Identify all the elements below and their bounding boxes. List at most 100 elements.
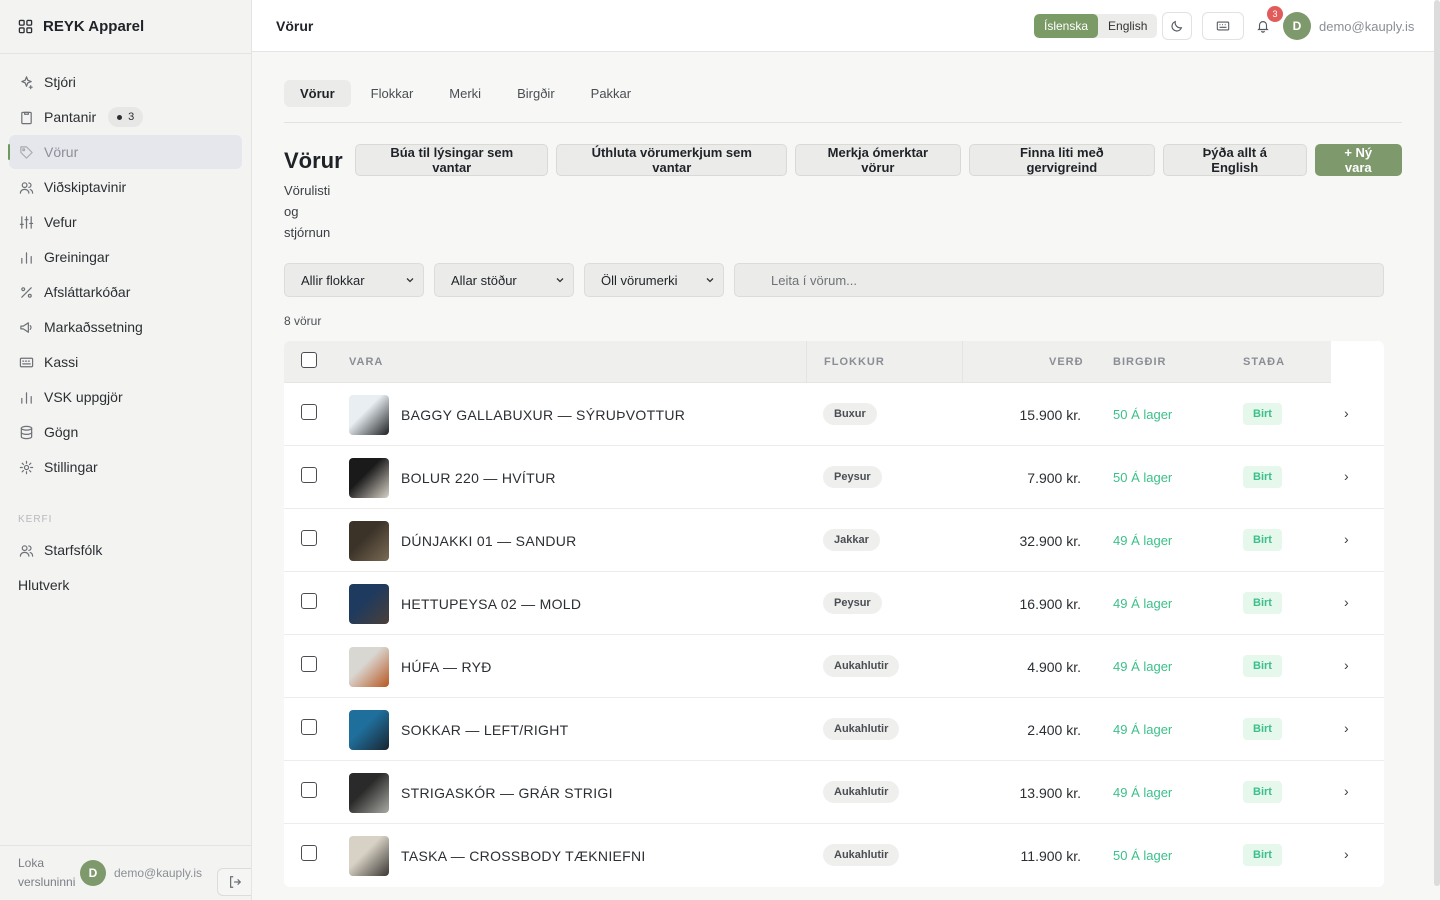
brand[interactable]: REYK Apparel [0, 0, 251, 54]
close-store-label: Loka versluninni [18, 856, 76, 889]
notifications-button[interactable]: 3 [1251, 6, 1283, 40]
keyboard-button[interactable] [1202, 12, 1244, 40]
product-name[interactable]: HÚFA — RYÐ [401, 659, 492, 675]
sidebar-item-sidebar.items-4[interactable]: Vefur [9, 205, 242, 239]
product-price: 13.900 kr. [1019, 785, 1082, 801]
new-product-button[interactable]: + Ný vara [1314, 144, 1402, 176]
keyboard-icon [19, 355, 34, 370]
page-title: Vörur [284, 148, 343, 173]
column-category[interactable]: FLOKKUR [824, 356, 885, 368]
product-price: 4.900 kr. [1027, 659, 1081, 675]
theme-toggle-button[interactable] [1162, 12, 1192, 40]
table-row[interactable]: TASKA — CROSSBODY TÆKNIEFNI Aukahlutir 11.… [284, 824, 1384, 887]
product-name[interactable]: SOKKAR — LEFT/RIGHT [401, 722, 569, 738]
logout-button[interactable] [217, 868, 251, 896]
table-row[interactable]: BAGGY GALLABUXUR — SÝRUÞVOTTUR Buxur 15.90… [284, 383, 1384, 446]
row-checkbox[interactable] [301, 719, 317, 735]
sidebar-item-sidebar.items-1[interactable]: Pantanir 3 [9, 100, 242, 134]
tab-1[interactable]: Flokkar [355, 80, 430, 107]
status-badge: Birt [1243, 529, 1282, 551]
product-name[interactable]: DÚNJAKKI 01 — SANDUR [401, 533, 577, 549]
sidebar-item-sidebar.items-11[interactable]: Stillingar [9, 450, 242, 484]
scrollbar[interactable] [1434, 0, 1440, 886]
stock-status: 50 Á lager [1113, 407, 1173, 422]
chevron-right-icon[interactable]: › [1344, 405, 1349, 421]
tab-0[interactable]: Vörur [284, 80, 351, 107]
products-table: VARA FLOKKUR VERÐ BIRGÐIR STAÐA BAGGY GA… [284, 341, 1384, 887]
table-row[interactable]: HÚFA — RYÐ Aukahlutir 4.900 kr. 49 Á lager B… [284, 635, 1384, 698]
row-checkbox[interactable] [301, 593, 317, 609]
column-status[interactable]: STAÐA [1243, 356, 1285, 368]
table-row[interactable]: DÚNJAKKI 01 — SANDUR Jakkar 32.900 kr. 49 Á… [284, 509, 1384, 572]
sidebar-item-sidebar.system_items-0[interactable]: Starfsfólk [9, 533, 242, 567]
table-row[interactable]: BOLUR 220 — HVÍTUR Peysur 7.900 kr. 50 Á la… [284, 446, 1384, 509]
category-badge: Aukahlutir [823, 718, 900, 740]
sidebar-item-sidebar.items-6[interactable]: Afsláttarkóðar [9, 275, 242, 309]
row-checkbox[interactable] [301, 404, 317, 420]
action-button-1[interactable]: Úthluta vörumerkjum sem vantar [556, 144, 788, 176]
product-thumbnail [349, 836, 389, 876]
brand-filter[interactable]: Öll vörumerki [584, 263, 724, 297]
row-checkbox[interactable] [301, 467, 317, 483]
table-row[interactable]: SOKKAR — LEFT/RIGHT Aukahlutir 2.400 kr. 49… [284, 698, 1384, 761]
sidebar-item-sidebar.items-2[interactable]: Vörur [8, 135, 242, 169]
megaphone-icon [19, 320, 34, 335]
product-name[interactable]: BAGGY GALLABUXUR — SÝRUÞVOTTUR [401, 407, 685, 423]
action-button-2[interactable]: Merkja ómerktar vörur [795, 144, 961, 176]
column-divider [962, 341, 963, 383]
lang-english[interactable]: English [1098, 14, 1157, 38]
column-divider [806, 341, 807, 383]
sidebar-item-sidebar.items-5[interactable]: Greiningar [9, 240, 242, 274]
tab-2[interactable]: Merki [433, 80, 497, 107]
search-input[interactable]: Leita í vörum... [734, 263, 1384, 297]
product-name[interactable]: TASKA — CROSSBODY TÆKNIEFNI [401, 848, 646, 864]
tab-3[interactable]: Birgðir [501, 80, 571, 107]
chevron-right-icon[interactable]: › [1344, 594, 1349, 610]
chevron-right-icon[interactable]: › [1344, 657, 1349, 673]
chevron-right-icon[interactable]: › [1344, 468, 1349, 484]
product-name[interactable]: BOLUR 220 — HVÍTUR [401, 470, 556, 486]
sidebar-item-sidebar.items-0[interactable]: Stjóri [9, 65, 242, 99]
sidebar-item-hlutverk[interactable]: Hlutverk [0, 568, 251, 602]
status-filter[interactable]: Allar stöður [434, 263, 574, 297]
sidebar-item-sidebar.items-3[interactable]: Viðskiptavinir [9, 170, 242, 204]
category-filter[interactable]: Allir flokkar [284, 263, 424, 297]
bar-chart-icon [19, 390, 34, 405]
table-row[interactable]: HETTUPEYSA 02 — MOLD Peysur 16.900 kr. 49 Á… [284, 572, 1384, 635]
product-count: 8 vörur [284, 314, 322, 328]
column-price[interactable]: VERÐ [1049, 356, 1084, 368]
user-menu[interactable]: D demo@kauply.is [1283, 12, 1414, 40]
row-checkbox[interactable] [301, 845, 317, 861]
table-row[interactable]: STRIGASKÓR — GRÁR STRIGI Aukahlutir 13.900… [284, 761, 1384, 824]
sidebar-item-sidebar.items-7[interactable]: Markaðssetning [9, 310, 242, 344]
sidebar-item-sidebar.items-8[interactable]: Kassi [9, 345, 242, 379]
row-checkbox[interactable] [301, 530, 317, 546]
language-toggle[interactable]: Íslenska English [1034, 14, 1158, 38]
chevron-right-icon[interactable]: › [1344, 783, 1349, 799]
chevron-down-icon [706, 278, 714, 283]
action-button-0[interactable]: Búa til lýsingar sem vantar [355, 144, 549, 176]
lang-icelandic[interactable]: Íslenska [1034, 14, 1099, 38]
column-product[interactable]: VARA [349, 356, 383, 368]
action-button-4[interactable]: Þýða allt á English [1163, 144, 1307, 176]
row-checkbox[interactable] [301, 656, 317, 672]
chevron-right-icon[interactable]: › [1344, 720, 1349, 736]
action-button-3[interactable]: Finna liti með gervigreind [968, 144, 1156, 176]
row-checkbox[interactable] [301, 782, 317, 798]
sidebar-item-sidebar.items-9[interactable]: VSK uppgjör [9, 380, 242, 414]
column-stock[interactable]: BIRGÐIR [1113, 356, 1166, 368]
avatar[interactable]: D [80, 860, 106, 886]
product-name[interactable]: STRIGASKÓR — GRÁR STRIGI [401, 785, 613, 801]
chevron-right-icon[interactable]: › [1344, 531, 1349, 547]
sidebar-item-label: Viðskiptavinir [44, 179, 127, 195]
bar-chart-icon [19, 250, 34, 265]
sidebar-item-label: Kassi [44, 354, 79, 370]
chevron-right-icon[interactable]: › [1344, 846, 1349, 862]
product-name[interactable]: HETTUPEYSA 02 — MOLD [401, 596, 581, 612]
tab-4[interactable]: Pakkar [575, 80, 647, 107]
tabs-divider [284, 122, 1402, 123]
select-all-checkbox[interactable] [301, 352, 317, 368]
product-thumbnail [349, 647, 389, 687]
sidebar-item-sidebar.items-10[interactable]: Gögn [9, 415, 242, 449]
status-badge: Birt [1243, 655, 1282, 677]
